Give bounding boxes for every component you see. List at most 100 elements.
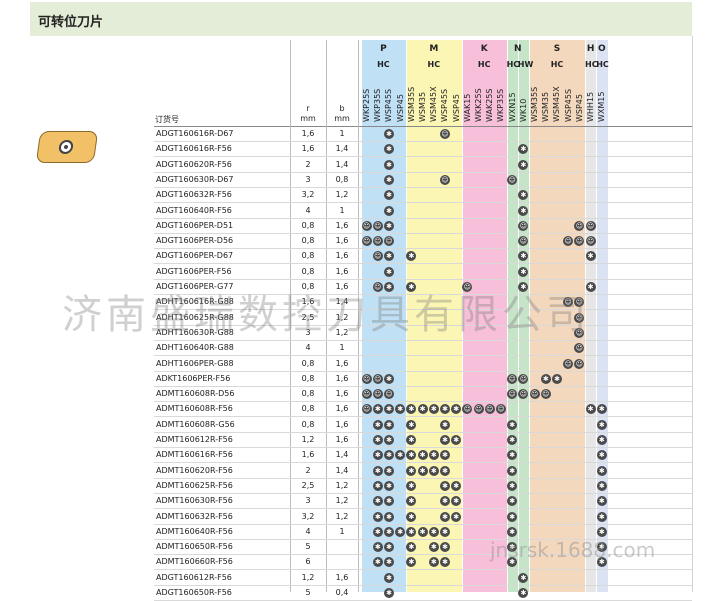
- grade-name: WKP25S: [362, 88, 371, 122]
- light-cut-icon: ☺: [585, 236, 596, 247]
- grade-group-letter: S: [553, 44, 561, 54]
- light-cut-icon: ☺: [372, 220, 383, 231]
- heavy-cut-icon: ✱: [428, 526, 439, 537]
- radius-value: 2: [305, 159, 311, 169]
- b-value: 1,6: [335, 419, 349, 429]
- grade-group-type: HW: [517, 60, 534, 69]
- b-value: 1,6: [335, 572, 349, 582]
- order-code: ADGT160612R-F56: [156, 572, 232, 582]
- grade-name: WSP45S: [384, 88, 394, 122]
- heavy-cut-icon: ✱: [417, 465, 428, 476]
- grade-group-type: HC: [506, 60, 520, 69]
- order-code: ADMT160650R-F56: [156, 542, 233, 552]
- b-value: 1: [339, 343, 345, 353]
- heavy-cut-icon: ✱: [395, 526, 406, 537]
- table-row: ADGT1606PER-D56 0,8 1,6: [154, 234, 692, 250]
- light-cut-icon: ☺: [372, 236, 383, 247]
- radius-value: 1,2: [301, 572, 315, 582]
- light-cut-icon: ☺: [518, 236, 529, 247]
- heavy-cut-icon: ✱: [428, 465, 439, 476]
- light-cut-icon: ☺: [518, 220, 529, 231]
- order-code: ADKT1606PER-F56: [156, 373, 231, 383]
- light-cut-icon: ☺: [507, 389, 518, 400]
- heavy-cut-icon: ✱: [596, 496, 607, 507]
- b-value: 1,6: [335, 373, 349, 383]
- grade-group-type: HC: [477, 60, 491, 69]
- heavy-cut-icon: ✱: [507, 526, 518, 537]
- radius-value: 2: [305, 465, 311, 475]
- heavy-cut-icon: ✱: [596, 480, 607, 491]
- light-cut-icon: ☺: [361, 389, 372, 400]
- heavy-cut-icon: ✱: [384, 435, 394, 445]
- light-cut-icon: ☺: [507, 174, 518, 185]
- b-value: 0,8: [335, 174, 349, 184]
- heavy-cut-icon: ✱: [384, 159, 394, 170]
- grade-name: WXM15: [597, 91, 607, 122]
- grade-name: WK10: [518, 98, 528, 122]
- table-row: ADMT160608R-G56 0,8 1,6: [154, 418, 692, 433]
- heavy-cut-icon: ✱: [596, 465, 607, 476]
- heavy-cut-icon: ✱: [384, 373, 394, 384]
- light-cut-icon: ☺: [361, 236, 372, 247]
- heavy-cut-icon: ✱: [372, 496, 383, 507]
- b-header: b: [339, 104, 345, 113]
- heavy-cut-icon: ✱: [406, 465, 417, 476]
- table-row: ADHT160640R-G88 4 1: [154, 341, 692, 357]
- r-header: r: [306, 104, 310, 113]
- heavy-cut-icon: ✱: [372, 480, 383, 491]
- heavy-cut-icon: ✱: [417, 404, 428, 415]
- table-row: ADGT160620R-F56 2 1,4: [154, 158, 692, 173]
- heavy-cut-icon: ✱: [440, 465, 450, 476]
- heavy-cut-icon: ✱: [384, 480, 394, 491]
- heavy-cut-icon: ✱: [384, 465, 394, 476]
- heavy-cut-icon: ✱: [552, 373, 562, 384]
- order-code: ADMT160608R-D56: [156, 389, 235, 399]
- b-value: 1,6: [335, 358, 349, 368]
- order-code: ADMT160660R-F56: [156, 557, 233, 567]
- radius-value: 3: [305, 496, 311, 506]
- heavy-cut-icon: ✱: [428, 542, 439, 553]
- light-cut-icon: ☺: [496, 404, 506, 415]
- heavy-cut-icon: ✱: [518, 205, 529, 216]
- radius-value: 0,8: [301, 220, 315, 230]
- heavy-cut-icon: ✱: [372, 511, 383, 522]
- order-code: ADMT160608R-F56: [156, 404, 233, 414]
- grade-name: WXN15: [507, 92, 517, 122]
- b-value: 1,6: [335, 251, 349, 261]
- b-value: 1: [339, 129, 345, 138]
- heavy-cut-icon: ✱: [372, 465, 383, 476]
- grade-name: WSP45S: [563, 88, 573, 122]
- b-value: 1,4: [335, 159, 349, 169]
- grade-name: WSP45: [574, 94, 584, 122]
- grade-group-letter: M: [429, 44, 439, 54]
- heavy-cut-icon: ✱: [417, 450, 428, 461]
- heavy-cut-icon: ✱: [585, 404, 596, 415]
- light-cut-icon: ☺: [372, 389, 383, 400]
- grade-group-letter: P: [380, 44, 387, 54]
- heavy-cut-icon: ✱: [384, 511, 394, 522]
- b-value: 1,4: [335, 465, 349, 475]
- light-cut-icon: ☺: [361, 373, 372, 384]
- radius-value: 0,8: [301, 266, 315, 276]
- light-cut-icon: ☺: [574, 358, 585, 369]
- radius-value: 0,8: [301, 389, 315, 399]
- page-title: 可转位刀片: [38, 15, 104, 30]
- table-row: ADGT1606PER-D67 0,8 1,6: [154, 249, 692, 265]
- grade-group-type: HC: [596, 60, 609, 69]
- order-number-header: 订货号: [155, 115, 179, 124]
- table-row: ADMT160632R-F56 3,2 1,2: [154, 510, 692, 525]
- grade-name: WAK15: [462, 93, 472, 122]
- heavy-cut-icon: ✱: [596, 511, 607, 522]
- grade-name: WSM45X: [552, 86, 562, 122]
- b-value: 1,4: [335, 144, 349, 154]
- heavy-cut-icon: ✱: [507, 465, 518, 476]
- light-cut-icon: ☺: [574, 236, 585, 247]
- light-cut-icon: ☺: [361, 220, 372, 231]
- watermark: 济南盛瑞数控刀具有限公司: [62, 292, 590, 338]
- table-row: ADGT160650R-F56 5 0,4: [154, 586, 692, 601]
- light-cut-icon: ☺: [361, 404, 372, 415]
- b-value: 1: [339, 526, 345, 536]
- radius-value: 0,8: [301, 251, 315, 261]
- b-value: 1,4: [335, 450, 349, 460]
- heavy-cut-icon: ✱: [406, 511, 417, 522]
